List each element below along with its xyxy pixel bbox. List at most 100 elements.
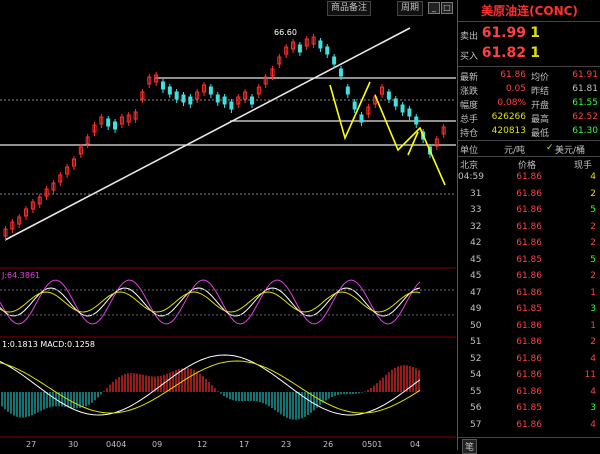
stat-label: 持仓 xyxy=(460,129,479,139)
tick-time: 33 xyxy=(470,205,482,215)
tick-volume: 1 xyxy=(590,320,596,331)
kdj-indicator-label: J:64.3861 xyxy=(2,271,41,280)
stat-value: 420813 xyxy=(491,126,526,136)
candle-body xyxy=(400,104,405,113)
chart-area[interactable]: 商品备注 周期 _ □ 66.60 J:64.3861 1:0.1813 MAC… xyxy=(0,0,456,450)
tick-row: 32 61.86 2 xyxy=(458,222,600,237)
divider xyxy=(458,156,600,157)
stat-value: 61.91 xyxy=(572,70,598,80)
tick-price: 61.85 xyxy=(516,254,542,265)
stat-value: 0.05 xyxy=(505,84,526,94)
x-axis-label: 30 xyxy=(68,440,79,449)
tick-price: 61.86 xyxy=(516,271,542,281)
tick-row: 42 61.86 2 xyxy=(458,238,600,253)
tick-volume: 2 xyxy=(590,188,596,199)
tick-volume: 4 xyxy=(590,172,596,182)
tick-volume: 1 xyxy=(590,287,596,298)
tick-price: 61.86 xyxy=(516,419,542,430)
unit-option-usd[interactable]: 美元/桶 xyxy=(555,143,585,156)
candle-body xyxy=(106,118,111,127)
candle-body xyxy=(222,96,227,105)
stats-row: 涨跌 0.05 昨结 61.81 xyxy=(458,83,600,97)
tick-volume: 5 xyxy=(590,254,596,265)
trend-line xyxy=(4,27,411,241)
x-axis-label: 23 xyxy=(281,440,292,449)
macd-indicator-label: 1:0.1813 MACD:0.1258 xyxy=(2,340,95,349)
tick-time: 52 xyxy=(470,353,482,364)
check-icon: ✓ xyxy=(546,143,554,153)
candle-body xyxy=(386,91,391,100)
buy-label: 买入 xyxy=(460,52,479,62)
tick-price: 61.86 xyxy=(516,353,542,364)
divider xyxy=(458,66,600,67)
ticks-tab[interactable]: 笔 xyxy=(462,439,478,454)
tick-volume: 4 xyxy=(590,419,596,430)
tick-volume: 2 xyxy=(590,221,596,232)
tick-time: 42 xyxy=(470,238,482,248)
stat-label: 最高 xyxy=(531,115,550,125)
unit-row: 单位 元/吨 ✓ 美元/桶 xyxy=(458,142,600,156)
stat-value: 62.52 xyxy=(572,112,598,122)
tick-time: 32 xyxy=(470,221,482,232)
candle-body xyxy=(174,91,179,100)
tick-price: 61.86 xyxy=(516,287,542,298)
candle-body xyxy=(393,98,398,107)
tick-row: 45 61.85 5 xyxy=(458,255,600,270)
stat-label: 总手 xyxy=(460,115,479,125)
candle-body xyxy=(208,86,213,95)
kdj-j-line xyxy=(0,279,421,325)
tick-row: 51 61.86 2 xyxy=(458,337,600,352)
tick-row: 52 61.86 4 xyxy=(458,354,600,369)
candle-body xyxy=(414,116,419,125)
x-axis-label: 0404 xyxy=(106,440,127,449)
candle-body xyxy=(352,101,357,110)
stats-row: 最新 61.86 均价 61.91 xyxy=(458,69,600,83)
x-axis-label: 04 xyxy=(410,440,421,449)
chart-canvas[interactable] xyxy=(0,0,456,450)
stat-value: 61.30 xyxy=(572,126,598,136)
ticks-header: 北京 价格 现手 xyxy=(458,158,600,171)
buy-row[interactable]: 买入 61.82 1 xyxy=(458,45,600,65)
tick-price: 61.86 xyxy=(516,337,542,347)
chart-toolbar: 商品备注 周期 _ □ xyxy=(0,0,456,16)
stat-label: 均价 xyxy=(531,73,550,83)
tick-time: 04:59 xyxy=(458,172,484,182)
tick-volume: 3 xyxy=(590,304,596,314)
candle-body xyxy=(318,40,323,49)
divider xyxy=(458,21,600,22)
tick-row: 55 61.86 4 xyxy=(458,387,600,402)
ticks-location-header: 北京 xyxy=(460,161,479,171)
divider xyxy=(458,437,600,438)
period-button[interactable]: 周期 xyxy=(397,1,424,16)
tick-volume: 3 xyxy=(590,403,596,413)
stat-label: 幅度 xyxy=(460,101,479,111)
stat-label: 昨结 xyxy=(531,87,550,97)
sell-label: 卖出 xyxy=(460,32,479,42)
stat-value: 61.86 xyxy=(500,70,526,80)
tick-price: 61.86 xyxy=(516,386,542,397)
sell-qty: 1 xyxy=(530,25,540,41)
sell-row[interactable]: 卖出 61.99 1 xyxy=(458,25,600,45)
tick-time: 47 xyxy=(470,287,482,298)
tick-row: 49 61.85 3 xyxy=(458,304,600,319)
ticks-volume-header: 现手 xyxy=(574,161,593,171)
tick-price: 61.85 xyxy=(516,304,542,314)
candle-body xyxy=(332,56,337,65)
minimize-icon[interactable]: _ xyxy=(428,2,440,14)
unit-label: 单位 xyxy=(460,146,479,156)
tick-price: 61.85 xyxy=(516,403,542,413)
tick-time: 31 xyxy=(470,188,482,199)
tick-row: 31 61.86 2 xyxy=(458,189,600,204)
sell-price: 61.99 xyxy=(481,25,526,41)
tick-price: 61.86 xyxy=(516,172,542,182)
tick-time: 49 xyxy=(470,304,482,314)
macd-dif-line xyxy=(0,354,421,416)
unit-option-rmb[interactable]: 元/吨 xyxy=(504,143,525,156)
maximize-icon[interactable]: □ xyxy=(441,2,453,14)
candle-body xyxy=(338,68,343,77)
candle-body xyxy=(113,121,118,130)
candle-body xyxy=(160,81,165,90)
tick-volume: 4 xyxy=(590,386,596,397)
notes-button[interactable]: 商品备注 xyxy=(327,1,372,16)
tick-time: 50 xyxy=(470,320,482,331)
